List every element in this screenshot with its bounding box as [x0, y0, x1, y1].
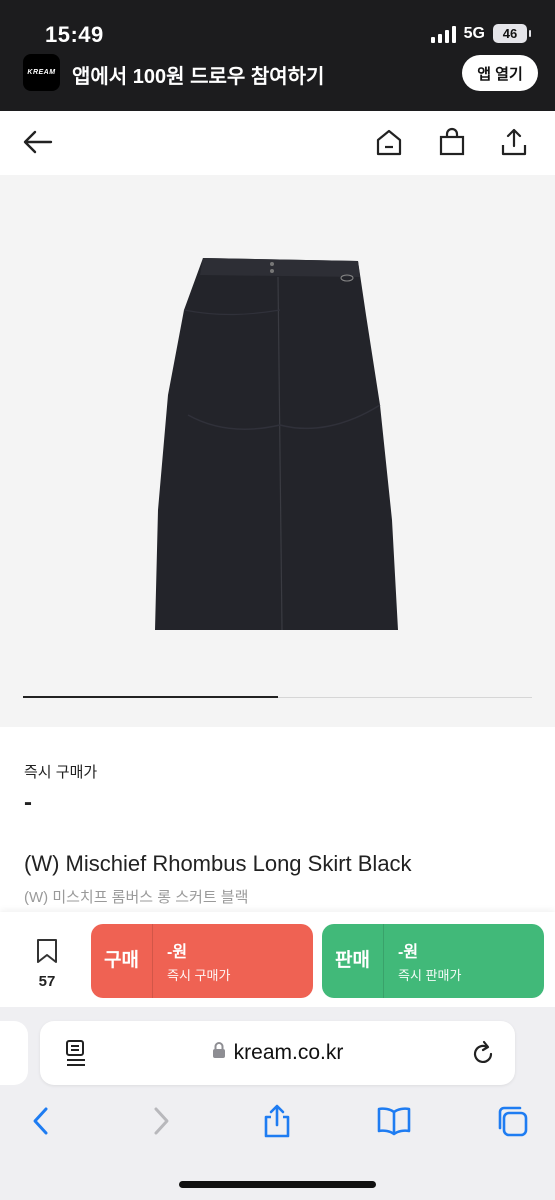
previous-tab-preview[interactable] — [0, 1021, 28, 1085]
gallery-progress-fill — [23, 696, 278, 698]
status-time: 15:49 — [45, 22, 104, 47]
gallery-progress-track — [23, 696, 532, 698]
buy-sub-label: 즉시 구매가 — [167, 968, 231, 983]
back-arrow-icon[interactable] — [21, 125, 55, 159]
price-label: 즉시 구매가 — [24, 764, 98, 781]
buy-price: -원 — [167, 944, 188, 961]
wishlist-button[interactable]: 57 — [24, 938, 70, 990]
lock-icon — [212, 1041, 226, 1065]
tabs-icon[interactable] — [494, 1103, 530, 1139]
price-value: - — [24, 789, 32, 816]
open-app-button[interactable]: 앱 열기 — [462, 55, 538, 91]
reload-icon[interactable] — [470, 1039, 496, 1072]
product-image-gallery[interactable] — [0, 175, 555, 727]
sell-price: -원 — [398, 944, 419, 961]
browser-chrome: kream.co.kr — [0, 1007, 555, 1200]
buy-label: 구매 — [91, 924, 153, 998]
address-bar[interactable]: kream.co.kr — [40, 1021, 515, 1085]
navigation-bar — [0, 111, 555, 175]
action-bar: 57 구매 -원 즉시 구매가 판매 -원 즉시 판매가 — [0, 912, 555, 1007]
bookmarks-icon[interactable] — [376, 1103, 412, 1139]
battery-icon: 46 — [493, 24, 531, 43]
product-name-en: (W) Mischief Rhombus Long Skirt Black — [24, 851, 412, 876]
sell-button[interactable]: 판매 -원 즉시 판매가 — [322, 924, 544, 998]
wish-count: 57 — [38, 973, 56, 990]
buy-button[interactable]: 구매 -원 즉시 구매가 — [91, 924, 313, 998]
share-icon[interactable] — [497, 125, 531, 159]
home-indicator — [179, 1181, 376, 1188]
url-label: kream.co.kr — [233, 1041, 344, 1064]
signal-icon — [430, 25, 456, 43]
product-info: 즉시 구매가 - (W) Mischief Rhombus Long Skirt… — [0, 727, 555, 912]
banner-text[interactable]: 앱에서 100원 드로우 참여하기 — [72, 60, 324, 89]
bookmark-icon — [37, 939, 57, 963]
sell-label: 판매 — [322, 924, 384, 998]
forward-icon[interactable] — [143, 1103, 179, 1139]
kream-logo: KREAM — [23, 54, 60, 91]
share-sheet-icon[interactable] — [259, 1103, 295, 1139]
top-bar: 15:49 5G 46 KREAM 앱에서 100원 드로우 참여하기 앱 열기 — [0, 0, 555, 111]
product-image — [155, 258, 398, 631]
network-label: 5G — [463, 24, 485, 42]
product-name-ko: (W) 미스치프 롬버스 롱 스커트 블랙 — [24, 889, 249, 906]
sell-sub-label: 즉시 판매가 — [398, 968, 462, 983]
back-icon[interactable] — [23, 1103, 59, 1139]
status-indicators: 5G 46 — [430, 24, 531, 43]
url-text: kream.co.kr — [40, 1041, 515, 1065]
shopping-bag-icon[interactable] — [435, 125, 469, 159]
home-icon[interactable] — [372, 125, 406, 159]
